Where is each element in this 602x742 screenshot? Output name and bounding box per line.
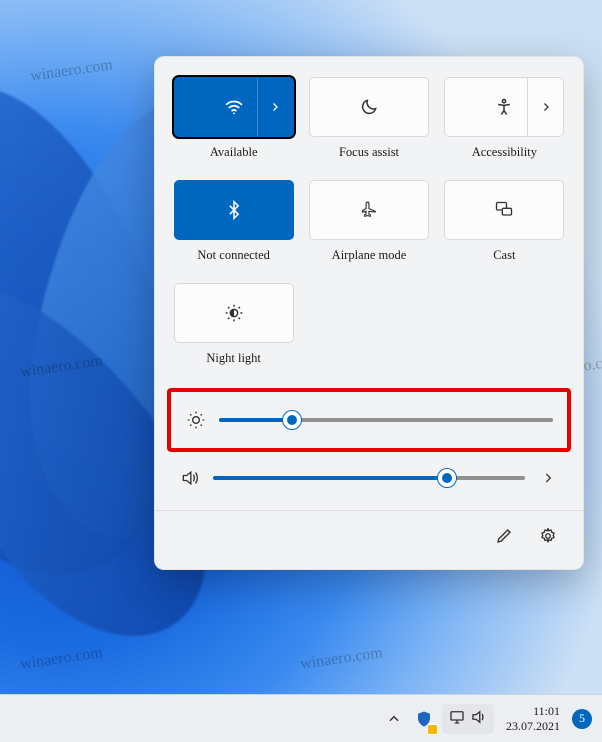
quick-settings-panel: Available Focus assist Acce [154, 56, 584, 570]
tray-overflow-button[interactable] [382, 703, 406, 735]
tile-grid: Available Focus assist Acce [173, 77, 565, 382]
volume-expand-button[interactable] [537, 471, 559, 485]
bluetooth-tile[interactable] [174, 180, 294, 240]
taskbar: 11:01 23.07.2021 5 [0, 694, 602, 742]
bluetooth-label: Not connected [197, 248, 270, 263]
security-tray-icon[interactable] [412, 703, 436, 735]
airplane-mode-tile[interactable] [309, 180, 429, 240]
brightness-row [179, 396, 559, 444]
settings-button[interactable] [531, 519, 565, 553]
accessibility-tile[interactable] [444, 77, 564, 137]
night-light-icon [223, 302, 245, 324]
chevron-right-icon [269, 101, 281, 113]
notification-center-button[interactable]: 5 [572, 709, 592, 729]
night-light-label: Night light [206, 351, 261, 366]
panel-actions [155, 510, 583, 559]
cast-label: Cast [493, 248, 515, 263]
volume-slider[interactable] [213, 476, 525, 480]
network-tray-icon [448, 708, 466, 730]
wifi-label: Available [210, 145, 258, 160]
moon-icon [359, 97, 379, 117]
cast-icon [493, 200, 515, 220]
chevron-right-icon [540, 101, 552, 113]
volume-tray-icon [470, 708, 488, 730]
airplane-mode-label: Airplane mode [332, 248, 407, 263]
night-light-tile[interactable] [174, 283, 294, 343]
chevron-right-icon [541, 471, 555, 485]
brightness-icon [185, 410, 207, 430]
bluetooth-icon [224, 200, 244, 220]
cast-tile[interactable] [444, 180, 564, 240]
wifi-expand-button[interactable] [257, 78, 293, 136]
gear-icon [539, 527, 557, 545]
notification-count: 5 [579, 711, 585, 726]
focus-assist-label: Focus assist [339, 145, 399, 160]
volume-icon [179, 468, 201, 488]
edit-quick-settings-button[interactable] [487, 519, 521, 553]
taskbar-time: 11:01 [506, 704, 560, 718]
accessibility-label: Accessibility [472, 145, 537, 160]
brightness-slider[interactable] [219, 418, 553, 422]
shield-icon [415, 710, 433, 728]
volume-row [173, 454, 565, 502]
system-tray-group[interactable] [442, 704, 494, 734]
taskbar-clock[interactable]: 11:01 23.07.2021 [506, 704, 560, 733]
chevron-up-icon [387, 712, 401, 726]
focus-assist-tile[interactable] [309, 77, 429, 137]
airplane-icon [359, 200, 379, 220]
pencil-icon [495, 527, 513, 545]
accessibility-expand-button[interactable] [527, 78, 563, 136]
taskbar-date: 23.07.2021 [506, 719, 560, 733]
wifi-tile[interactable] [174, 77, 294, 137]
brightness-highlight [167, 388, 571, 452]
